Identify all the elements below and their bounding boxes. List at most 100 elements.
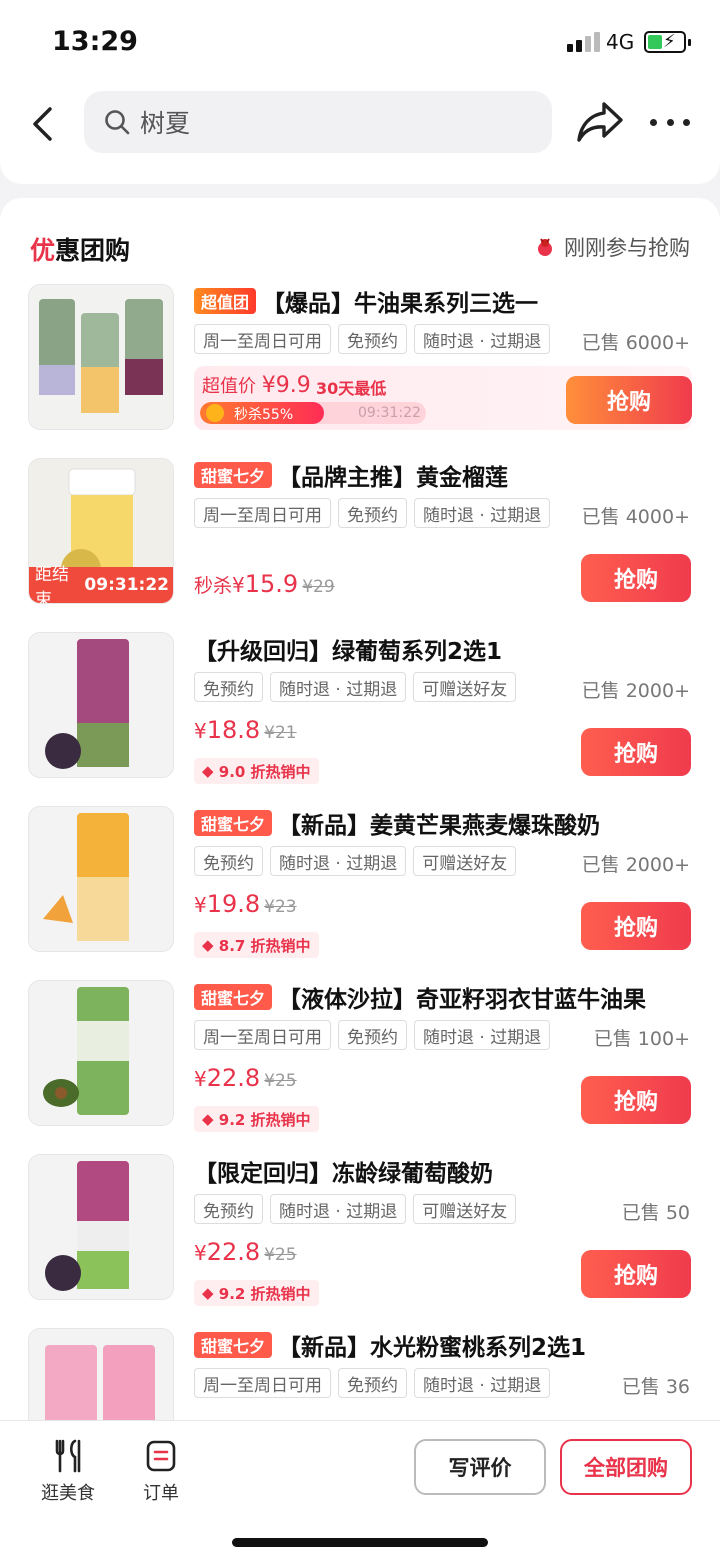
list-item[interactable]: 甜蜜七夕 【新品】水光粉蜜桃系列2选1 周一至周日可用 免预约 随时退 · 过期… [0,1328,720,1420]
discount-badge: ◆ 9.0 折热销中 [194,758,319,784]
sold-count: 已售 100+ [593,1028,690,1050]
sold-count: 已售 4000+ [581,506,690,528]
sold-count: 已售 2000+ [581,854,690,876]
item-tag: 可赠送好友 [413,672,517,702]
list-item[interactable]: 甜蜜七夕 【新品】姜黄芒果燕麦爆珠酸奶 免预约 随时退 · 过期退 可赠送好友 … [0,806,720,980]
lowest-price-note: 30天最低 [316,379,387,398]
fire-tag-icon: ◆ [202,1110,219,1128]
price-row: ¥22.8 ¥25 [194,1064,297,1092]
network-label: 4G [606,30,635,54]
item-title-row: 甜蜜七夕 【新品】姜黄芒果燕麦爆珠酸奶 [194,806,600,840]
item-title-row: 【升级回归】绿葡萄系列2选1 [194,632,502,666]
item-tag: 可赠送好友 [413,846,517,876]
buy-button[interactable]: 抢购 [581,728,691,776]
search-text: 树夏 [140,109,191,138]
share-icon [577,102,623,142]
flash-timer: 09:31:22 [358,405,421,421]
item-title: 【限定回归】冻龄绿葡萄酸奶 [194,1161,493,1187]
item-title-row: 甜蜜七夕 【新品】水光粉蜜桃系列2选1 [194,1328,586,1362]
flash-sale-banner: 超值价 ¥9.9 30天最低 秒杀55% 09:31:22 抢购 [194,366,692,430]
sold-count: 已售 36 [621,1376,690,1398]
fire-tag-icon: ◆ [202,1284,219,1302]
item-tag: 随时退 · 过期退 [270,846,407,876]
product-image [28,980,174,1126]
buy-button[interactable]: 抢购 [581,1250,691,1298]
list-item[interactable]: 甜蜜七夕 【液体沙拉】奇亚籽羽衣甘蓝牛油果 周一至周日可用 免预约 随时退 · … [0,980,720,1154]
buy-button[interactable]: 抢购 [581,554,691,602]
discount-badge: ◆ 8.7 折热销中 [194,932,319,958]
item-title: 【升级回归】绿葡萄系列2选1 [194,639,503,665]
item-tag: 随时退 · 过期退 [270,672,407,702]
item-title-row: 超值团 【爆品】牛油果系列三选一 [194,284,538,318]
item-tags: 周一至周日可用 免预约 随时退 · 过期退 [194,498,557,528]
discount-badge: ◆ 9.2 折热销中 [194,1280,319,1306]
item-title: 【品牌主推】黄金榴莲 [278,465,509,491]
item-title: 【液体沙拉】奇亚籽羽衣甘蓝牛油果 [278,987,647,1013]
buy-button[interactable]: 抢购 [581,902,691,950]
item-title: 【爆品】牛油果系列三选一 [262,291,539,317]
item-tag: 周一至周日可用 [194,1368,331,1398]
item-tag: 免预约 [194,1194,263,1224]
nav-order[interactable]: 订单 [126,1439,196,1505]
promo-tag: 甜蜜七夕 [194,462,273,488]
buy-button[interactable]: 抢购 [581,1076,691,1124]
list-item[interactable]: 【限定回归】冻龄绿葡萄酸奶 免预约 随时退 · 过期退 可赠送好友 已售 50 … [0,1154,720,1328]
fire-tag-icon: ◆ [202,762,219,780]
list-item[interactable]: 距结束 09:31:22 甜蜜七夕 【品牌主推】黄金榴莲 周一至周日可用 免预约 … [0,458,720,632]
item-tags: 周一至周日可用 免预约 随时退 · 过期退 [194,1368,557,1398]
promo-tag: 甜蜜七夕 [194,1332,273,1358]
buy-button[interactable]: 抢购 [566,376,692,424]
back-button[interactable] [22,96,62,152]
order-icon [146,1440,176,1472]
fire-tag-icon: ◆ [202,936,219,954]
item-tags: 周一至周日可用 免预约 随时退 · 过期退 [194,1020,557,1050]
product-image [28,1328,174,1420]
item-tag: 免预约 [338,1020,407,1050]
recent-participation: 刚刚参与抢购 [534,232,690,262]
item-tag: 周一至周日可用 [194,498,331,528]
item-title-row: 甜蜜七夕 【品牌主推】黄金榴莲 [194,458,508,492]
item-tags: 免预约 随时退 · 过期退 可赠送好友 [194,1194,523,1224]
product-image [28,806,174,952]
item-tags: 周一至周日可用 免预约 随时退 · 过期退 [194,324,557,354]
flash-progress-bar: 秒杀55% 09:31:22 [200,402,426,424]
search-input[interactable]: 树夏 [84,91,552,153]
item-tag: 随时退 · 过期退 [414,498,551,528]
promo-tag: 甜蜜七夕 [194,810,273,836]
item-tag: 免预约 [194,846,263,876]
deals-section: 优惠团购 刚刚参与抢购 超值团 【爆品】牛油果系列三选一 周一至周日可用 免预约… [0,198,720,1420]
item-tag: 随时退 · 过期退 [270,1194,407,1224]
list-item[interactable]: 超值团 【爆品】牛油果系列三选一 周一至周日可用 免预约 随时退 · 过期退 已… [0,284,720,458]
item-tag: 周一至周日可用 [194,324,331,354]
bottom-bar: 逛美食 订单 写评价 全部团购 [0,1420,720,1558]
countdown-badge: 距结束 09:31:22 [29,565,173,603]
promo-tag: 甜蜜七夕 [194,984,273,1010]
back-icon [33,107,52,141]
item-tag: 随时退 · 过期退 [414,1368,551,1398]
share-button[interactable] [576,100,626,146]
nav-food[interactable]: 逛美食 [33,1439,103,1505]
sold-count: 已售 6000+ [581,332,690,354]
item-tags: 免预约 随时退 · 过期退 可赠送好友 [194,846,523,876]
more-icon[interactable] [650,104,690,140]
product-image [28,284,174,430]
signal-icon [567,32,601,52]
all-deals-button[interactable]: 全部团购 [560,1439,692,1495]
item-tag: 可赠送好友 [413,1194,517,1224]
price-row: 秒杀 ¥15.9 ¥29 [194,570,335,598]
item-title-row: 【限定回归】冻龄绿葡萄酸奶 [194,1154,493,1188]
fork-knife-icon [55,1439,81,1473]
item-tags: 免预约 随时退 · 过期退 可赠送好友 [194,672,523,702]
item-tag: 随时退 · 过期退 [414,1020,551,1050]
item-tag: 周一至周日可用 [194,1020,331,1050]
bolt-icon [206,404,224,422]
price-row: ¥22.8 ¥25 [194,1238,297,1266]
item-title: 【新品】姜黄芒果燕麦爆珠酸奶 [278,813,601,839]
top-bar: 13:29 4G ⚡ 树夏 [0,0,720,184]
list-item[interactable]: 【升级回归】绿葡萄系列2选1 免预约 随时退 · 过期退 可赠送好友 已售 20… [0,632,720,806]
flash-price: 超值价 ¥9.9 [202,373,311,398]
promo-tag: 超值团 [194,288,257,314]
price-row: ¥18.8 ¥21 [194,716,297,744]
write-review-button[interactable]: 写评价 [414,1439,546,1495]
item-tag: 随时退 · 过期退 [414,324,551,354]
